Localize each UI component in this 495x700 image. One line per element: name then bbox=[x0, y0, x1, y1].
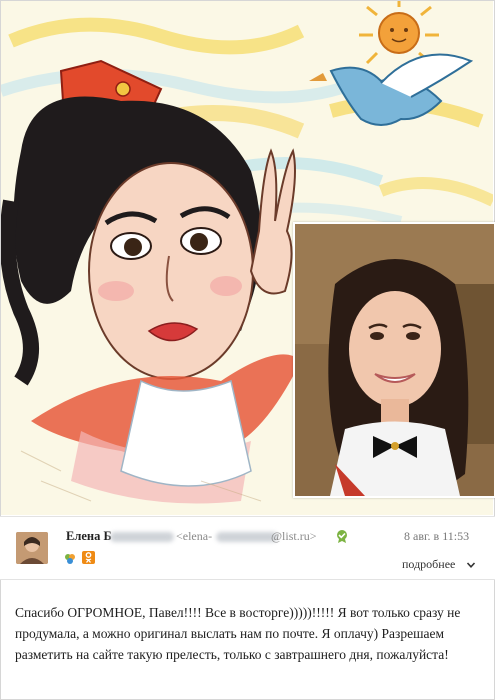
odnoklassniki-icon[interactable] bbox=[82, 551, 95, 564]
sender-name[interactable]: Елена Б bbox=[66, 529, 112, 544]
chevron-down-icon[interactable] bbox=[466, 557, 476, 568]
message-date: 8 авг. в 11:53 bbox=[404, 529, 470, 543]
mail-agent-icon[interactable] bbox=[64, 552, 76, 564]
sender-avatar[interactable] bbox=[16, 532, 48, 564]
verified-badge-icon bbox=[335, 529, 349, 543]
sender-email-domain: @list.ru> bbox=[271, 529, 317, 543]
redacted-email bbox=[216, 532, 278, 542]
redacted-surname bbox=[110, 532, 174, 542]
message-body: Спасибо ОГРОМНОЕ, Павел!!!! Все в востор… bbox=[15, 605, 461, 662]
more-details-link[interactable]: подробнее bbox=[402, 557, 455, 572]
customer-photo bbox=[293, 222, 495, 498]
sender-email-prefix: <elena- bbox=[176, 529, 213, 543]
